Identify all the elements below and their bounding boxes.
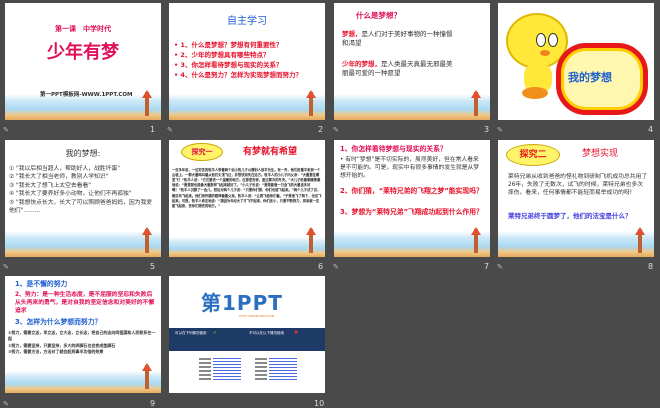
animation-icon: ✎ [497, 263, 503, 271]
lighthouse-image [142, 363, 152, 389]
slide-thumbnail-2[interactable]: 自主学习 • 1、什么是梦想？梦想有何重要性？ • 2、少年的梦想具有哪些特点？… [169, 3, 325, 120]
slide-title: 我的梦想: [65, 149, 101, 158]
beach-image [169, 237, 325, 257]
slide-title: 梦想实现 [582, 149, 619, 159]
slide-number: 3 [484, 125, 490, 134]
slide-number: 4 [648, 125, 654, 134]
qr-code-image [199, 358, 211, 380]
slide-thumbnail-10[interactable]: 第1PPT HTTP://WWW.1PPT.COM 可以在下列情况使用 ✔ 不可… [169, 276, 325, 393]
link-list [269, 358, 297, 380]
slide-number: 9 [150, 399, 156, 408]
check-icon: ✔ [213, 330, 218, 336]
slide-title: 自主学习 [227, 16, 267, 27]
animation-icon: ✎ [333, 126, 339, 134]
question-list: • 1、什么是梦想？梦想有何重要性？ • 2、少年的梦想具有哪些特点？ • 3、… [174, 40, 302, 80]
slide-number: 10 [314, 399, 325, 408]
list-item: ④ "我长大了要养好多小动物，让他们不再孤独" [9, 191, 132, 198]
badge: 探究二 [506, 144, 560, 166]
list-item: ③ "我长大了想飞上太空去看看" [9, 182, 91, 189]
list-item: • 4、什么是努力？怎样为实现梦想而努力？ [174, 71, 302, 80]
heading-1: 1、是不懈的努力 [15, 280, 68, 288]
slide-number: 2 [318, 125, 324, 134]
slide-thumbnail-4[interactable]: 我的梦想 [498, 3, 654, 120]
slide-thumbnail-3[interactable]: 什么是梦想？ 梦想，是人们对于美好事物的一种憧憬和渴望 少年的梦想，是人类最天真… [334, 3, 490, 120]
list-item: ①努力，需要立志，早立志，立大志，立长志，把自己的志向同祖国和人民联系在一起 [8, 330, 156, 342]
slide-subtitle: 第一课 中学时代 [55, 25, 111, 33]
logo-url: HTTP://WWW.1PPT.COM [239, 314, 275, 318]
animation-icon: ✎ [497, 126, 503, 134]
term-label: 少年的梦想， [342, 60, 381, 68]
link-list [213, 358, 241, 380]
beach-image [498, 231, 654, 257]
cross-icon: ✖ [294, 330, 299, 336]
lighthouse-image [142, 90, 152, 116]
slide-title: 我的梦想 [568, 71, 612, 84]
question-1: 1、你怎样看待梦想与现实的关系？ [340, 145, 447, 153]
animation-icon: ✎ [3, 126, 9, 134]
term-label: 梦想， [342, 30, 362, 38]
list-item: ① "我以后相当超人，帮助好人，战胜坏蛋" [9, 166, 120, 172]
question-3: 3、梦想为“莱特兄弟”飞翔成功起到什么作用？ [340, 208, 483, 216]
question-2: 2、你们猜，“莱特兄弟的飞翔之梦”能实现吗？ [340, 187, 483, 195]
list-item: • 1、什么是梦想？梦想有何重要性？ [174, 41, 283, 49]
question: 莱特兄弟终于圆梦了，他们的法宝是什么？ [508, 212, 632, 220]
answer-1: • 有时“梦想”是不切实际的，虽然美好，但在常人看来是不可能的。可是，现实中有很… [340, 157, 480, 179]
beach-image [5, 371, 161, 393]
slide-thumbnail-5[interactable]: 我的梦想: ① "我以后相当超人，帮助好人，战胜坏蛋" ② "我长大了相当老师，… [5, 140, 161, 257]
slide-title: 少年有梦 [47, 42, 119, 63]
slide-thumbnail-8[interactable]: 探究二 梦想实现 莱特兄弟从收到爸爸的怪礼物到研制飞机成功总共用了26年，失败了… [498, 140, 654, 257]
story-text: 莱特兄弟从收到爸爸的怪礼物到研制飞机成功总共用了26年，失败了无数次，试飞的时候… [508, 174, 648, 196]
list-item: ⑤ "我想快点长大，长大了可以照顾爸爸妈妈，因为我爱他们"……… [9, 199, 153, 214]
beach-image [5, 231, 161, 257]
info-banner: 可以在下列情况使用 ✔ 不可以在以下情况使用 ✖ [169, 328, 325, 351]
slide-number: 8 [648, 262, 654, 271]
beach-image [334, 231, 490, 257]
lighthouse-image [306, 227, 316, 253]
beach-image [169, 94, 325, 120]
animation-icon: ✎ [3, 263, 9, 271]
list-item: ② "我长大了相当老师，教别人学知识" [9, 174, 109, 181]
slide-thumbnail-9[interactable]: 1、是不懈的努力 2、努力：是一种生活态度，是不屈服的坚忍和失败后从头再来的勇气… [5, 276, 161, 393]
badge: 探究一 [181, 143, 223, 161]
usage-allowed-label: 可以在下列情况使用 [175, 331, 207, 335]
list-item: • 2、少年的梦想具有哪些特点？ [174, 51, 270, 60]
slide-number: 6 [318, 262, 324, 271]
slide-thumbnail-1[interactable]: 第一课 中学时代 少年有梦 第一PPT模板网-WWW.1PPT.COM [5, 3, 161, 120]
list-item: ③努力，需要方法，方法对了就会起到事半功倍的效果 [8, 349, 104, 355]
lighthouse-image [471, 90, 481, 116]
story-text: 一百多年前，一位穷苦的牧羊人带着两个幼小的儿子以替别人放羊为生。有一天，他们赶着… [172, 168, 322, 208]
beach-image [334, 94, 490, 120]
slide-number: 7 [484, 262, 490, 271]
slide-title: 什么是梦想？ [356, 11, 401, 20]
lighthouse-image [471, 227, 481, 253]
slide-number: 1 [150, 125, 156, 134]
slide-thumbnail-6[interactable]: 探究一 有梦就有希望 一百多年前，一位穷苦的牧羊人带着两个幼小的儿子以替别人放羊… [169, 140, 325, 257]
slide-footer: 第一PPT模板网-WWW.1PPT.COM [40, 92, 133, 98]
lighthouse-image [142, 227, 152, 253]
slide-title: 有梦就有希望 [243, 147, 298, 157]
lighthouse-image [635, 227, 645, 253]
heading-2: 2、努力：是一种生活态度，是不屈服的坚忍和失败后从头再来的勇气，是对自我的坚定信… [15, 292, 155, 314]
animation-icon: ✎ [333, 263, 339, 271]
logo: 第1PPT [201, 291, 283, 315]
animation-icon: ✎ [167, 126, 173, 134]
animation-icon: ✎ [3, 400, 9, 408]
slide-thumbnail-7[interactable]: 1、你怎样看待梦想与现实的关系？ • 有时“梦想”是不切实际的，虽然美好，但在常… [334, 140, 490, 257]
qr-code-image [255, 358, 267, 380]
usage-forbidden-label: 不可以在以下情况使用 [249, 331, 284, 335]
list-item: • 3、你怎样看待梦想与现实的关系？ [174, 61, 283, 70]
heading-3: 3、怎样为什么梦想而努力？ [15, 318, 102, 326]
slide-number: 5 [150, 262, 156, 271]
lighthouse-image [306, 90, 316, 116]
